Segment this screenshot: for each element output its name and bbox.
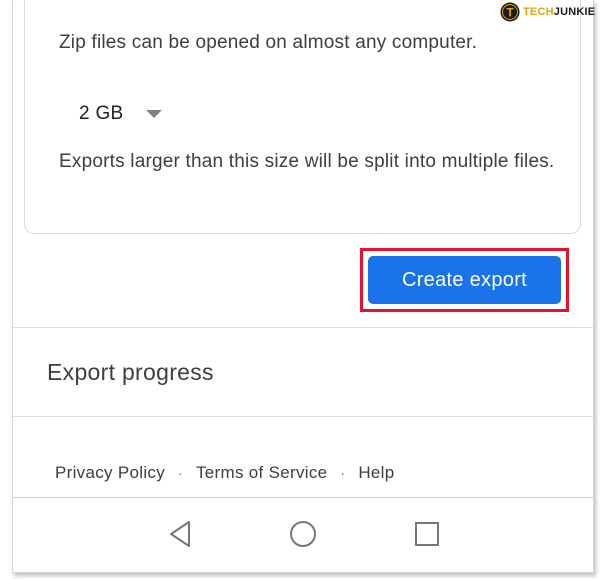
export-progress-heading[interactable]: Export progress xyxy=(47,359,214,386)
footer-separator: · xyxy=(340,465,346,481)
privacy-policy-link[interactable]: Privacy Policy xyxy=(55,463,165,483)
export-size-value: 2 GB xyxy=(79,103,124,124)
split-note: Exports larger than this size will be sp… xyxy=(59,151,555,172)
app-frame: Zip files can be opened on almost any co… xyxy=(12,0,594,573)
export-size-dropdown[interactable]: 2 GB xyxy=(79,100,162,128)
android-nav-bar xyxy=(13,498,593,572)
help-link[interactable]: Help xyxy=(358,463,394,483)
svg-text:T: T xyxy=(506,6,514,20)
section-divider xyxy=(13,327,593,328)
footer-links: Privacy Policy · Terms of Service · Help xyxy=(55,463,395,483)
footer-separator: · xyxy=(178,465,183,481)
dropdown-arrow-icon xyxy=(145,110,162,118)
techjunkie-badge-icon: T xyxy=(500,2,520,22)
zip-note: Zip files can be opened on almost any co… xyxy=(59,32,478,53)
techjunkie-logo: T TECHJUNKIE xyxy=(500,2,595,22)
back-icon[interactable] xyxy=(164,518,196,550)
techjunkie-wordmark: TECHJUNKIE xyxy=(523,6,596,18)
create-export-button[interactable]: Create export xyxy=(368,256,561,304)
recents-icon[interactable] xyxy=(411,518,443,550)
home-icon[interactable] xyxy=(287,518,319,550)
terms-of-service-link[interactable]: Terms of Service xyxy=(196,463,327,483)
section-divider xyxy=(13,416,593,417)
